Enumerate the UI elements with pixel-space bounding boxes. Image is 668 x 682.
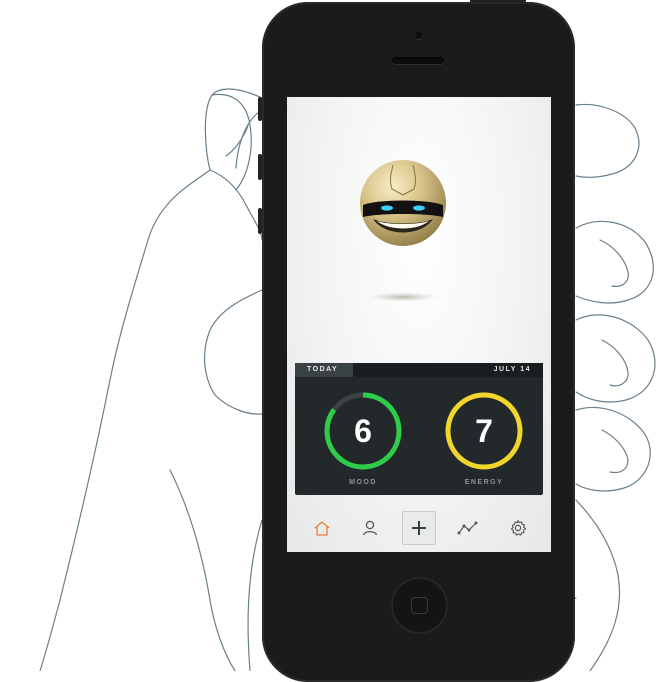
profile-icon [362,520,378,536]
gear-icon [510,519,527,536]
mood-value: 6 [354,413,372,449]
volume-up-button [258,154,262,180]
home-button-square [411,597,428,614]
front-camera [415,32,422,39]
phone-device: TODAY JULY 14 6 MOOD 7 ENERGY [258,0,575,682]
today-tab[interactable]: TODAY [295,363,353,377]
mood-gauge: 6 [321,389,405,473]
plus-icon [412,521,426,535]
tab-bar [287,501,551,552]
tab-home[interactable] [305,511,339,545]
home-button[interactable] [391,577,448,634]
app-screen: TODAY JULY 14 6 MOOD 7 ENERGY [287,97,551,552]
daily-summary-card: TODAY JULY 14 6 MOOD 7 ENERGY [295,363,543,495]
volume-down-button [258,208,262,234]
tab-add-entry[interactable] [402,511,436,545]
robot-mascot [360,160,446,302]
card-header: TODAY JULY 14 [295,363,543,377]
home-icon [314,521,330,536]
earpiece-speaker [392,57,444,64]
date-label: JULY 14 [493,366,531,373]
tab-profile[interactable] [353,511,387,545]
power-button [470,0,526,3]
side-button [258,97,262,121]
mood-label: MOOD [349,479,377,486]
energy-value: 7 [475,413,493,449]
energy-label: ENERGY [464,479,504,486]
chart-line-icon [457,521,478,535]
tab-stats[interactable] [451,511,485,545]
energy-gauge: 7 [442,389,526,473]
tab-settings[interactable] [501,511,535,545]
